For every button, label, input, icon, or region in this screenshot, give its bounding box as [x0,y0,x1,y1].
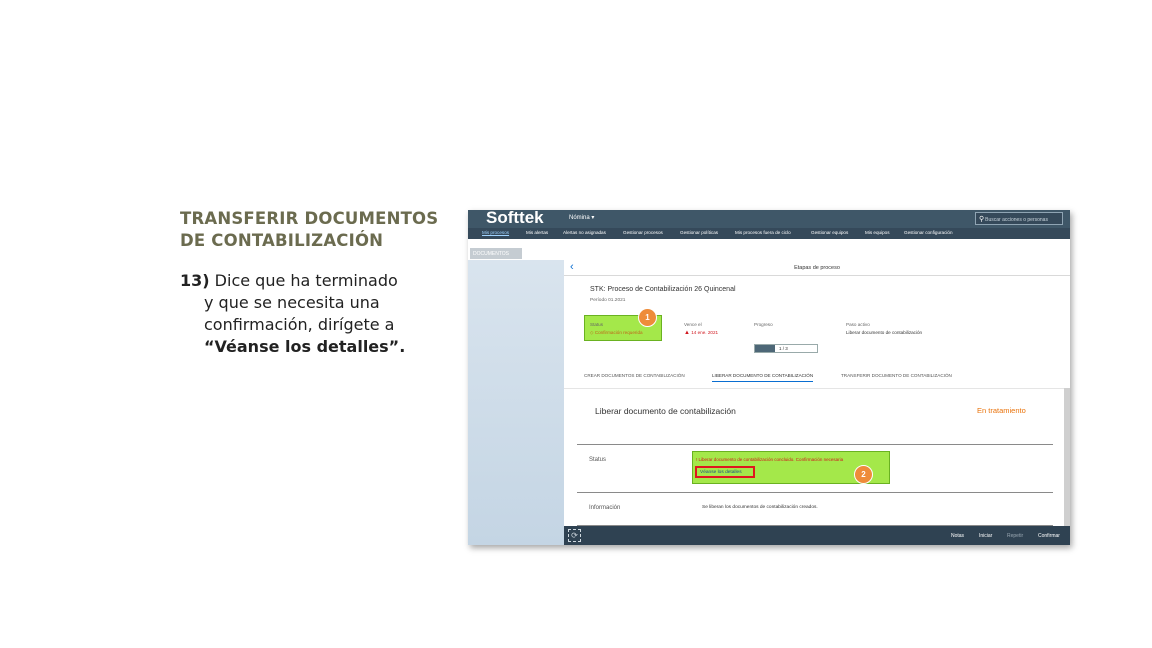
nav-gestionar-configuracion[interactable]: Gestionar configuración [904,230,953,235]
step-instruction: 13) Dice que ha terminado y que se neces… [180,270,460,358]
notes-button[interactable]: Notas [951,533,964,539]
status-message: ! Liberar documento de contabilización c… [696,457,844,462]
warning-icon: ▲ [684,330,690,336]
section-status: En tratamiento [977,406,1026,415]
panel-header: ‹ Etapas de proceso [564,260,1070,276]
step-tabs: CREAR DOCUMENTOS DE CONTABILIZACIÓN LIBE… [564,372,1070,384]
side-pane [468,260,564,545]
progress-text: 1 / 3 [779,346,788,351]
progress-fill [755,345,776,352]
step-line4: “Véanse los detalles”. [204,337,406,356]
confirm-button[interactable]: Confirmar [1038,533,1060,539]
slide-title: TRANSFERIR DOCUMENTOS DE CONTABILIZACIÓN [180,208,460,252]
info-value: Se liberan los documentos de contabiliza… [702,505,818,510]
status-label: Status [590,322,604,327]
status-value: ◇ Confirmación requerida [590,330,643,335]
slide-title-line1: TRANSFERIR DOCUMENTOS [180,209,439,228]
step-line3: confirmación, dirígete a [204,315,395,334]
step-line2: y que se necesita una [204,293,380,312]
nav-mis-equipos[interactable]: Mis equipos [865,230,890,235]
section-title: Liberar documento de contabilización [595,406,736,416]
app-screenshot: Softtek Nómina ▾ ⚲Buscar acciones o pers… [468,210,1070,545]
nav-gestionar-procesos[interactable]: Gestionar procesos [623,230,663,235]
object-period: Período 01.2021 [590,298,626,303]
nav-mis-procesos[interactable]: Mis procesos [482,230,509,235]
progress-bar: 1 / 3 [754,344,818,353]
repeat-button[interactable]: Repetir [1007,533,1023,539]
active-step-value: Liberar documento de contabilización [846,330,923,335]
nav-bar: Mis procesos Mis alertas Alertas no asig… [468,228,1070,239]
object-title: STK: Proceso de Contabilización 26 Quinc… [590,286,736,293]
app-menu[interactable]: Nómina ▾ [569,214,594,221]
process-panel: ‹ Etapas de proceso STK: Proceso de Cont… [564,260,1070,545]
softtek-logo[interactable]: Softtek [486,210,544,228]
search-placeholder: Buscar acciones o personas [985,217,1048,223]
row-info-label: Información [589,505,621,511]
row-status-label: Status [589,457,607,463]
nav-fuera-de-ciclo[interactable]: Mis procesos fuera de ciclo [735,230,791,235]
search-input[interactable]: ⚲Buscar acciones o personas [975,212,1063,225]
scrollbar[interactable] [1064,388,1070,534]
tab-liberar[interactable]: LIBERAR DOCUMENTO DE CONTABILIZACIÓN [712,373,814,382]
badge-2: 2 [854,465,873,484]
slide-title-line2: DE CONTABILIZACIÓN [180,231,384,250]
badge-1: 1 [638,308,657,327]
refresh-icon[interactable]: ⟳ [568,529,581,542]
nav-gestionar-politicas[interactable]: Gestionar políticas [680,230,718,235]
documents-tab[interactable]: DOCUMENTOS [470,248,522,259]
details-link[interactable]: Véanse los detalles [695,466,755,478]
nav-alertas-no-asignadas[interactable]: Alertas no asignadas [563,230,606,235]
step-number: 13) [180,271,210,290]
active-step-label: Paso activo [846,322,870,327]
start-button[interactable]: Iniciar [979,533,992,539]
nav-mis-alertas[interactable]: Mis alertas [526,230,548,235]
shell-bar: Softtek Nómina ▾ ⚲Buscar acciones o pers… [468,210,1070,228]
due-value: ▲ 14 ene. 2021 [684,330,719,336]
panel-title: Etapas de proceso [794,265,840,271]
nav-gestionar-equipos[interactable]: Gestionar equipos [811,230,848,235]
tab-transferir[interactable]: TRANSFERIR DOCUMENTO DE CONTABILIZACIÓN [841,373,952,378]
step-line1: Dice que ha terminado [214,271,398,290]
due-label: Vence el [684,322,702,327]
search-icon: ⚲ [979,216,985,223]
progress-label: Progreso [754,322,773,327]
tab-crear[interactable]: CREAR DOCUMENTOS DE CONTABILIZACIÓN [584,373,685,378]
divider [577,444,1053,445]
footer-toolbar: ⟳ Notas Iniciar Repetir Confirmar [564,526,1070,545]
divider [577,492,1053,493]
